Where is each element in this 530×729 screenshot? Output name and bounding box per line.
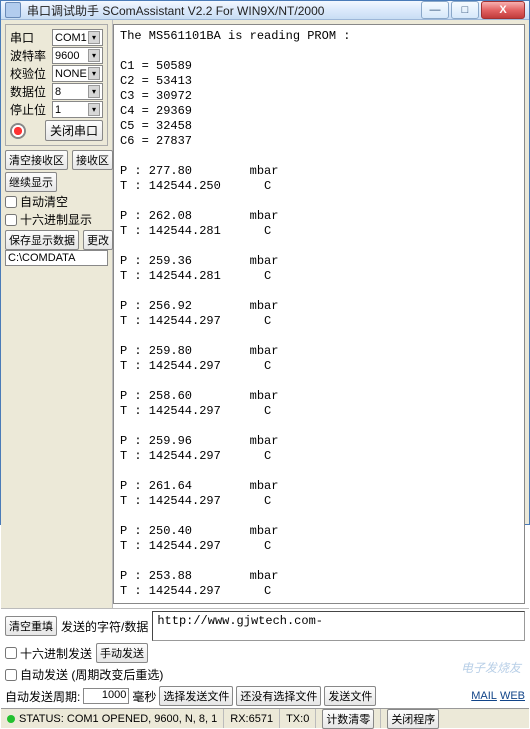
stop-select[interactable]: 1▾ bbox=[52, 101, 103, 118]
change-path-button[interactable]: 更改 bbox=[83, 230, 113, 250]
baud-select[interactable]: 9600▾ bbox=[52, 47, 103, 64]
clear-rx-button[interactable]: 清空接收区 bbox=[5, 150, 68, 170]
maximize-button[interactable]: □ bbox=[451, 1, 479, 19]
data-label: 数据位 bbox=[10, 83, 52, 100]
choose-file-button[interactable]: 选择发送文件 bbox=[159, 686, 233, 706]
console-output[interactable]: The MS561101BA is reading PROM : C1 = 50… bbox=[113, 24, 525, 604]
status-text: STATUS: COM1 OPENED, 9600, N, 8, 1 bbox=[19, 713, 217, 725]
period-unit: 毫秒 bbox=[132, 688, 156, 705]
continue-display-button[interactable]: 继续显示 bbox=[5, 172, 57, 192]
manual-send-button[interactable]: 手动发送 bbox=[96, 643, 148, 663]
parity-label: 校验位 bbox=[10, 65, 52, 82]
status-led-icon bbox=[7, 715, 15, 723]
reset-count-button[interactable]: 计数清零 bbox=[322, 709, 374, 729]
send-label: 发送的字符/数据 bbox=[61, 618, 148, 635]
mail-link[interactable]: MAIL bbox=[471, 690, 497, 702]
status-bar: STATUS: COM1 OPENED, 9600, N, 8, 1 RX:65… bbox=[1, 708, 529, 728]
rx-area-button[interactable]: 接收区 bbox=[72, 150, 113, 170]
port-group: 串口 COM1▾ 波特率 9600▾ 校验位 NONE▾ 数据位 8▾ 停止位 … bbox=[5, 24, 108, 146]
tx-count: TX:0 bbox=[280, 709, 316, 728]
port-label: 串口 bbox=[10, 29, 52, 46]
no-file-label: 还没有选择文件 bbox=[236, 686, 321, 706]
rx-count: RX:6571 bbox=[224, 709, 280, 728]
close-button[interactable]: X bbox=[481, 1, 525, 19]
data-select[interactable]: 8▾ bbox=[52, 83, 103, 100]
web-link[interactable]: WEB bbox=[500, 690, 525, 702]
send-input[interactable]: http://www.gjwtech.com- bbox=[152, 611, 525, 641]
titlebar: 串口调试助手 SComAssistant V2.2 For WIN9X/NT/2… bbox=[1, 1, 529, 20]
sidebar: 串口 COM1▾ 波特率 9600▾ 校验位 NONE▾ 数据位 8▾ 停止位 … bbox=[1, 20, 113, 608]
baud-label: 波特率 bbox=[10, 47, 52, 64]
save-data-button[interactable]: 保存显示数据 bbox=[5, 230, 79, 250]
chevron-down-icon: ▾ bbox=[88, 31, 100, 44]
chevron-down-icon: ▾ bbox=[88, 103, 100, 116]
send-panel: 清空重填 发送的字符/数据 http://www.gjwtech.com- 十六… bbox=[1, 608, 529, 708]
chevron-down-icon: ▾ bbox=[88, 67, 100, 80]
send-file-button[interactable]: 发送文件 bbox=[324, 686, 376, 706]
clear-fill-button[interactable]: 清空重填 bbox=[5, 616, 57, 636]
stop-label: 停止位 bbox=[10, 101, 52, 118]
app-icon bbox=[5, 2, 21, 18]
auto-clear-checkbox[interactable]: 自动清空 bbox=[5, 193, 108, 210]
hex-send-checkbox[interactable]: 十六进制发送 bbox=[5, 645, 92, 662]
auto-send-checkbox[interactable]: 自动发送 (周期改变后重选) bbox=[5, 666, 163, 683]
port-led-icon bbox=[10, 123, 26, 139]
close-port-button[interactable]: 关闭串口 bbox=[45, 120, 103, 141]
hex-display-checkbox[interactable]: 十六进制显示 bbox=[5, 211, 108, 228]
chevron-down-icon: ▾ bbox=[88, 85, 100, 98]
save-path-field[interactable]: C:\COMDATA bbox=[5, 250, 108, 266]
period-label: 自动发送周期: bbox=[5, 688, 80, 705]
period-input[interactable]: 1000 bbox=[83, 688, 129, 704]
minimize-button[interactable]: — bbox=[421, 1, 449, 19]
chevron-down-icon: ▾ bbox=[88, 49, 100, 62]
window-title: 串口调试助手 SComAssistant V2.2 For WIN9X/NT/2… bbox=[27, 2, 421, 19]
port-select[interactable]: COM1▾ bbox=[52, 29, 103, 46]
parity-select[interactable]: NONE▾ bbox=[52, 65, 103, 82]
exit-button[interactable]: 关闭程序 bbox=[387, 709, 439, 729]
